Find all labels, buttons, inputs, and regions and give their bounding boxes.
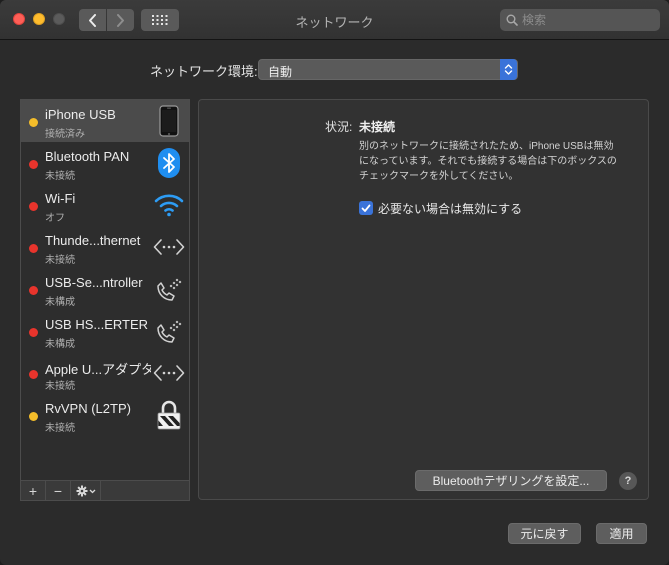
service-name: Wi-Fi: [45, 191, 76, 206]
remove-service-button[interactable]: −: [46, 481, 71, 500]
add-service-button[interactable]: +: [21, 481, 46, 500]
service-status: 未構成: [45, 297, 75, 308]
status-dot: [29, 370, 38, 379]
service-name: Bluetooth PAN: [45, 149, 130, 164]
service-status: 未接続: [45, 255, 75, 266]
service-iphone-usb[interactable]: iPhone USB 接続済み: [21, 100, 189, 142]
iphone-icon: [152, 104, 186, 138]
search-field[interactable]: [500, 9, 660, 31]
service-list-toolbar: + −: [20, 481, 190, 501]
service-apple-usb-adapter[interactable]: Apple U...アダプタ 未接続: [21, 352, 189, 394]
wifi-icon: [152, 188, 186, 222]
location-select[interactable]: 自動: [258, 59, 518, 80]
disable-if-not-needed-checkbox[interactable]: [359, 201, 373, 215]
service-status: オフ: [45, 213, 65, 224]
detail-panel: 状況: 未接続 別のネットワークに接続されたため、iPhone USBは無効にな…: [198, 99, 649, 500]
search-input[interactable]: [522, 13, 652, 27]
status-dot: [29, 328, 38, 337]
service-name: iPhone USB: [45, 107, 116, 122]
bluetooth-tethering-setup-button[interactable]: Bluetoothテザリングを設定...: [415, 470, 607, 491]
service-name: Thunde...thernet: [45, 233, 141, 248]
service-name: USB HS...ERTER: [45, 317, 149, 332]
service-status: 未接続: [45, 381, 75, 392]
service-status: 未接続: [45, 171, 75, 182]
help-button[interactable]: ?: [619, 472, 637, 490]
search-icon: [506, 14, 518, 26]
updown-chevron-icon: [500, 59, 517, 80]
network-preferences-window: ネットワーク ネットワーク環境: 自動 iPhone USB 接続済み Blue…: [0, 0, 669, 565]
service-status: 接続済み: [45, 129, 85, 140]
service-usb-hs-converter[interactable]: USB HS...ERTER 未構成: [21, 310, 189, 352]
service-rvvpn-l2tp[interactable]: RvVPN (L2TP) 未接続: [21, 394, 189, 436]
status-dot: [29, 412, 38, 421]
service-status: 未接続: [45, 423, 75, 434]
status-dot: [29, 202, 38, 211]
ethernet-icon: [152, 230, 186, 264]
action-menu-button[interactable]: [71, 481, 101, 500]
status-description: 別のネットワークに接続されたため、iPhone USBは無効になっています。それ…: [359, 141, 617, 182]
revert-button[interactable]: 元に戻す: [508, 523, 581, 544]
service-name: RvVPN (L2TP): [45, 401, 131, 416]
gear-icon: [76, 485, 95, 496]
location-value: 自動: [268, 65, 293, 79]
disable-if-not-needed-label[interactable]: 必要ない場合は無効にする: [378, 200, 522, 217]
service-name: USB-Se...ntroller: [45, 275, 143, 290]
title-bar: ネットワーク: [0, 0, 669, 40]
service-usb-serial-controller[interactable]: USB-Se...ntroller 未構成: [21, 268, 189, 310]
phone-modem-icon: [152, 314, 186, 348]
location-label: ネットワーク環境:: [150, 64, 258, 79]
service-status: 未構成: [45, 339, 75, 350]
status-label: 状況:: [325, 120, 353, 134]
service-wi-fi[interactable]: Wi-Fi オフ: [21, 184, 189, 226]
ethernet-icon: [152, 356, 186, 390]
status-dot: [29, 286, 38, 295]
checkmark-icon: [361, 204, 371, 212]
status-value: 未接続: [359, 120, 396, 134]
phone-modem-icon: [152, 272, 186, 306]
vpn-lock-icon: [152, 398, 186, 432]
status-dot: [29, 118, 38, 127]
status-dot: [29, 160, 38, 169]
service-bluetooth-pan[interactable]: Bluetooth PAN 未接続: [21, 142, 189, 184]
service-thunderbolt-ethernet[interactable]: Thunde...thernet 未接続: [21, 226, 189, 268]
service-name: Apple U...アダプタ: [45, 362, 151, 377]
service-list: iPhone USB 接続済み Bluetooth PAN 未接続 Wi-Fi …: [20, 99, 190, 481]
apply-button[interactable]: 適用: [596, 523, 647, 544]
status-dot: [29, 244, 38, 253]
bluetooth-icon: [152, 146, 186, 180]
